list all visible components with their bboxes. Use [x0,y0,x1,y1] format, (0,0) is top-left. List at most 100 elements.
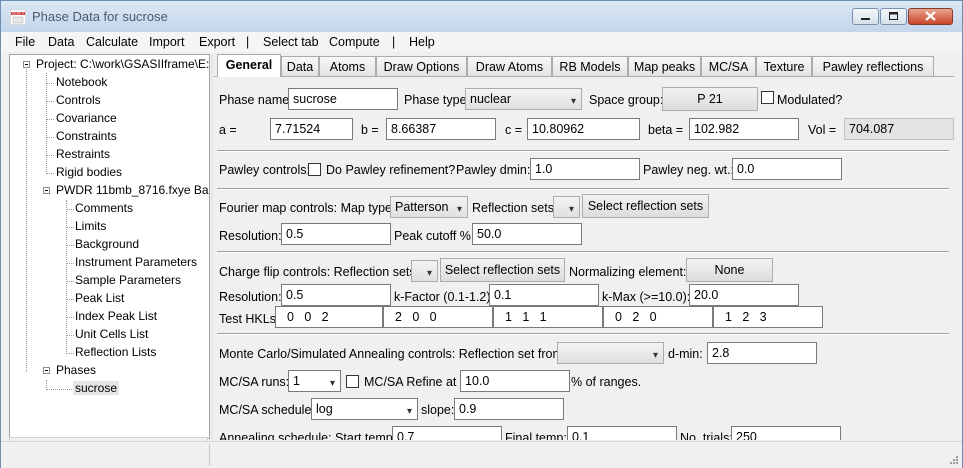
normalizing-label: Normalizing element: [569,265,687,279]
slope-field[interactable]: 0.9 [454,398,564,420]
tree-item-reflection-lists[interactable]: Reflection Lists [75,344,156,361]
c-label: c = [505,123,523,137]
start-temp-field[interactable]: 0.7 [392,426,502,440]
tree-item-background[interactable]: Background [75,236,139,253]
kmax-field[interactable]: 20.0 [689,284,799,306]
peak-cutoff-field[interactable]: 50.0 [472,223,582,245]
tree-item-instrument-parameters[interactable]: Instrument Parameters [75,254,197,271]
mcsa-runs-label: MC/SA runs: [219,375,290,389]
pawley-neg-field[interactable]: 0.0 [732,158,842,180]
tab-general[interactable]: General [217,54,281,77]
modulated-checkbox[interactable] [761,91,774,104]
collapse-icon[interactable] [23,61,30,68]
test-hkl-field[interactable]: 1 2 3 [713,306,823,328]
mcsa-refine-field[interactable]: 10.0 [460,370,570,392]
no-trials-field[interactable]: 250 [731,426,841,440]
tab-pawley-reflections[interactable]: Pawley reflections [812,56,934,76]
fourier-select-refl-sets-button[interactable]: Select reflection sets [582,194,709,218]
maximize-button[interactable] [880,8,907,25]
panel-scrollbar[interactable] [954,54,962,439]
close-button[interactable] [908,8,953,25]
resize-grip-icon[interactable] [949,455,959,465]
tree-item-rigid-bodies[interactable]: Rigid bodies [56,164,122,181]
mcsa-runs-select[interactable]: 1 ▾ [288,370,341,392]
tree-item-index-peak-list[interactable]: Index Peak List [75,308,157,325]
tab-draw-options[interactable]: Draw Options [376,56,467,76]
pane-splitter[interactable] [211,54,213,454]
cf-resolution-field[interactable]: 0.5 [281,284,391,306]
final-temp-field[interactable]: 0.1 [567,426,677,440]
tree-item-restraints[interactable]: Restraints [56,146,110,163]
mc-refl-set-select[interactable]: ▾ [557,342,664,364]
schedule-value: log [316,402,333,416]
collapse-icon[interactable] [43,187,50,194]
tree-item-peak-list[interactable]: Peak List [75,290,124,307]
tree-phases[interactable]: Phases [56,362,96,379]
tab-texture[interactable]: Texture [756,56,812,76]
pawley-refine-checkbox[interactable] [308,163,321,176]
slope-label: slope: [421,403,455,417]
divider [217,333,949,335]
test-hkl-field[interactable]: 0 0 2 [275,306,383,328]
fourier-resolution-field[interactable]: 0.5 [281,223,391,245]
menu-compute[interactable]: Compute [329,35,380,49]
tab-draw-atoms[interactable]: Draw Atoms [467,56,552,76]
menu-select-tab[interactable]: Select tab [263,35,319,49]
tree-item-sample-parameters[interactable]: Sample Parameters [75,272,181,289]
b-label: b = [361,123,379,137]
test-hkl-field[interactable]: 1 1 1 [493,306,603,328]
map-type-select[interactable]: Patterson ▾ [390,196,468,218]
schedule-select[interactable]: log ▾ [311,398,418,420]
tab-atoms[interactable]: Atoms [319,56,376,76]
phase-type-label: Phase type: [404,93,471,107]
test-hkl-field[interactable]: 2 0 0 [383,306,493,328]
data-tree[interactable]: Project: C:\work\GSASIIframe\E: Notebook… [9,54,210,439]
title-bar[interactable]: GSAS II Phase Data for sucrose [1,1,962,32]
tab-mcsa[interactable]: MC/SA [701,56,756,76]
menu-file[interactable]: File [15,35,35,49]
vol-field: 704.087 [844,118,954,140]
c-field[interactable]: 10.80962 [527,118,640,140]
divider [217,150,949,152]
charge-flip-refl-sets-select[interactable]: ▾ [411,260,438,282]
menu-data[interactable]: Data [48,35,74,49]
menu-export[interactable]: Export [199,35,235,49]
tree-item-constraints[interactable]: Constraints [56,128,117,145]
vol-label: Vol = [808,123,837,137]
peak-cutoff-label: Peak cutoff %: [394,229,475,243]
a-field[interactable]: 7.71524 [270,118,353,140]
phase-type-select[interactable]: nuclear ▾ [465,88,582,110]
phase-name-field[interactable]: sucrose [288,88,398,110]
normalizing-element-button[interactable]: None [686,258,773,282]
test-hkl-field[interactable]: 0 2 0 [603,306,713,328]
tree-item-limits[interactable]: Limits [75,218,106,235]
tree-item-notebook[interactable]: Notebook [56,74,107,91]
tree-item-covariance[interactable]: Covariance [56,110,117,127]
tree-item-controls[interactable]: Controls [56,92,101,109]
collapse-icon[interactable] [43,367,50,374]
no-trials-label: No. trials: [680,431,733,440]
tree-item-comments[interactable]: Comments [75,200,133,217]
menu-import[interactable]: Import [149,35,184,49]
tab-map-peaks[interactable]: Map peaks [628,56,701,76]
menu-calculate[interactable]: Calculate [86,35,138,49]
tab-data[interactable]: Data [281,56,319,76]
b-field[interactable]: 8.66387 [386,118,496,140]
kfactor-field[interactable]: 0.1 [489,284,599,306]
tab-rb-models[interactable]: RB Models [552,56,628,76]
charge-flip-select-refl-sets-button[interactable]: Select reflection sets [440,258,565,282]
fourier-refl-sets-select[interactable]: ▾ [553,196,580,218]
beta-label: beta = [648,123,684,137]
space-group-button[interactable]: P 21 [662,87,758,111]
mcsa-refine-label: MC/SA Refine at [364,375,457,389]
minimize-button[interactable] [852,8,879,25]
tree-pwdr[interactable]: PWDR 11bmb_8716.fxye Ban [56,182,209,199]
tree-item-sucrose[interactable]: sucrose [73,380,120,397]
mcsa-refine-checkbox[interactable] [346,375,359,388]
menu-help[interactable]: Help [409,35,435,49]
beta-field[interactable]: 102.982 [689,118,799,140]
tree-project[interactable]: Project: C:\work\GSASIIframe\E: [36,56,209,73]
dmin-field[interactable]: 2.8 [707,342,817,364]
tree-item-unit-cells-list[interactable]: Unit Cells List [75,326,148,343]
pawley-dmin-field[interactable]: 1.0 [530,158,640,180]
